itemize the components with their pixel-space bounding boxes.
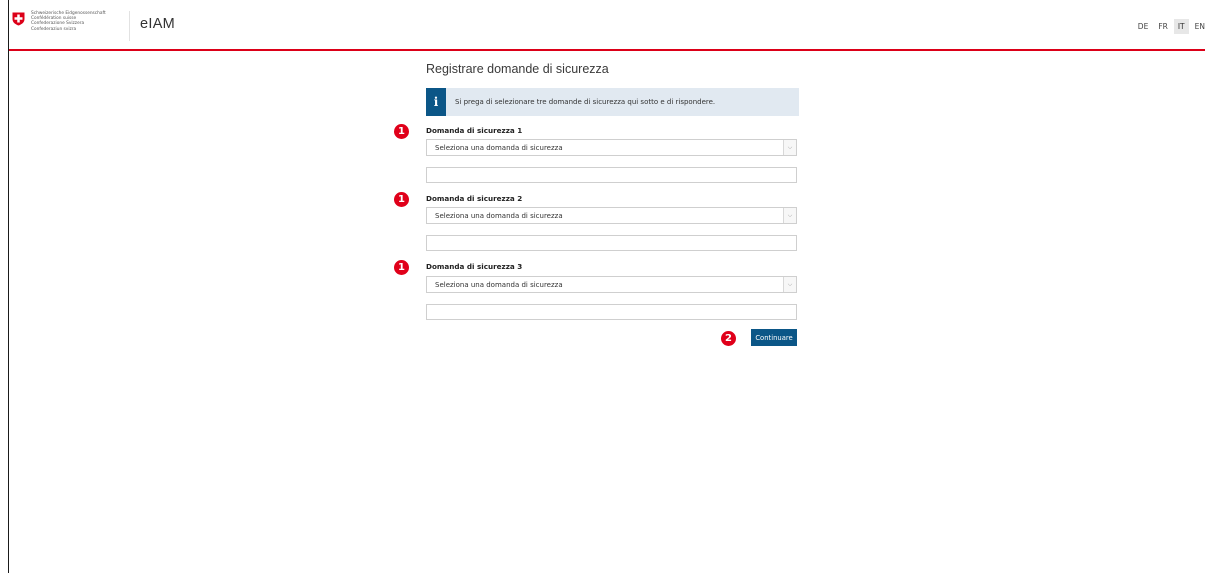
lang-it[interactable]: IT (1173, 19, 1189, 34)
chevron-down-icon: ⌵ (783, 277, 796, 292)
browser-frame: Schweizerische Eidgenossenschaft Confédé… (8, 0, 1205, 573)
continue-button[interactable]: Continuare (751, 329, 797, 346)
page-title: Registrare domande di sicurezza (426, 62, 609, 76)
main-content: Registrare domande di sicurezza i Si pre… (426, 62, 799, 346)
question-1-label: Domanda di sicurezza 1 (426, 126, 523, 135)
header-divider (129, 11, 130, 41)
lang-en[interactable]: EN (1191, 19, 1205, 34)
step-1-badge: 1 (394, 260, 409, 275)
question-2-label: Domanda di sicurezza 2 (426, 194, 523, 203)
question-3-select-value: Seleziona una domanda di sicurezza (435, 280, 563, 289)
question-2-answer-input[interactable] (426, 235, 797, 251)
question-3-answer-input[interactable] (426, 304, 797, 320)
question-3-label: Domanda di sicurezza 3 (426, 262, 523, 271)
app-name: eIAM (140, 16, 176, 32)
lang-fr[interactable]: FR (1154, 19, 1172, 34)
question-1-select[interactable]: Seleziona una domanda di sicurezza ⌵ (426, 139, 797, 156)
question-2-select[interactable]: Seleziona una domanda di sicurezza ⌵ (426, 207, 797, 224)
confederation-line-rm: Confederaziun svizra (31, 26, 77, 32)
chevron-down-icon: ⌵ (783, 140, 796, 155)
question-3-select[interactable]: Seleziona una domanda di sicurezza ⌵ (426, 276, 797, 293)
confederation-text: Schweizerische Eidgenossenschaft Confédé… (31, 11, 106, 32)
lang-de[interactable]: DE (1134, 19, 1153, 34)
question-2-select-value: Seleziona una domanda di sicurezza (435, 211, 563, 220)
question-1-select-value: Seleziona una domanda di sicurezza (435, 143, 563, 152)
info-icon: i (426, 88, 446, 116)
step-2-badge: 2 (721, 331, 736, 346)
chevron-down-icon: ⌵ (783, 208, 796, 223)
info-text: Si prega di selezionare tre domande di s… (455, 98, 716, 106)
language-switcher: DE FR IT EN (1132, 19, 1205, 34)
info-box: i Si prega di selezionare tre domande di… (426, 88, 799, 116)
question-1-answer-input[interactable] (426, 167, 797, 183)
header: Schweizerische Eidgenossenschaft Confédé… (9, 8, 1205, 51)
step-1-badge: 1 (394, 124, 409, 139)
swiss-cross-icon (12, 12, 25, 26)
step-1-badge: 1 (394, 192, 409, 207)
